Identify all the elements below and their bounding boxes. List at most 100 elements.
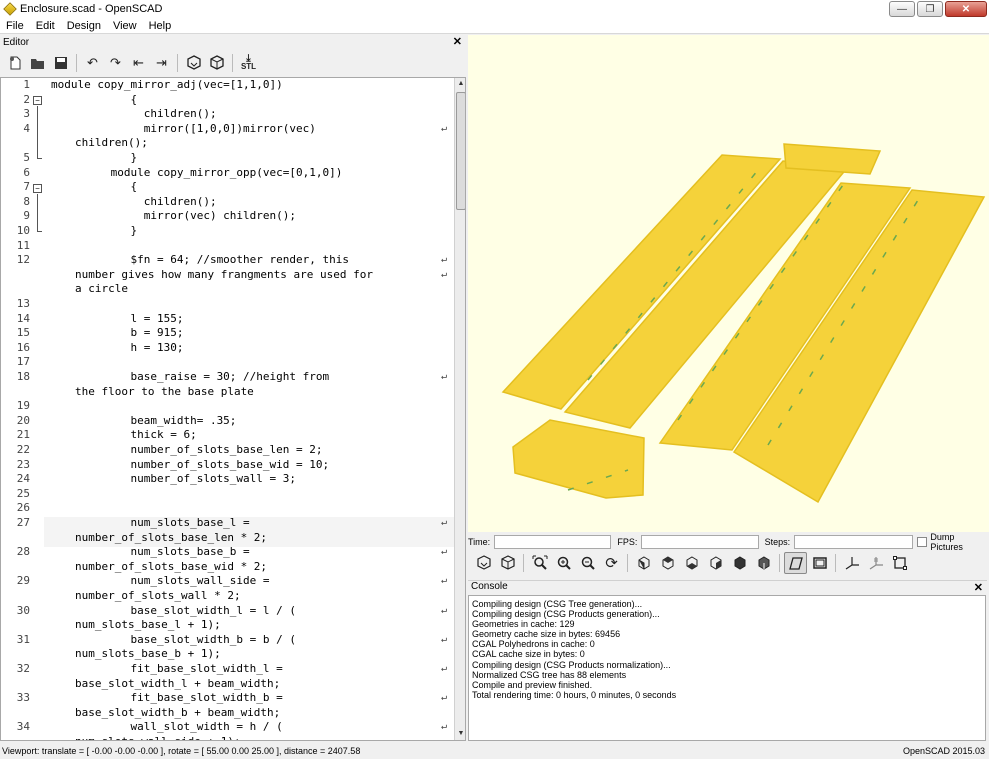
fold-toggle-icon[interactable]: − [33,96,42,105]
scrollbar-thumb[interactable] [456,92,465,210]
view-right-icon[interactable] [632,552,655,574]
line-number: 32 [16,662,30,675]
console-output: Compiling design (CSG Tree generation)..… [468,595,986,741]
view-all-icon[interactable] [528,552,551,574]
view-front-icon[interactable] [728,552,751,574]
line-number: 12 [16,253,30,267]
view-bottom-icon[interactable] [680,552,703,574]
code-text: { [51,180,138,194]
menu-edit[interactable]: Edit [30,20,61,32]
line-number: 26 [16,501,30,515]
code-text: l = 155; [51,311,184,325]
code-text: beam_width= .35; [51,413,237,427]
code-text: } [51,151,138,164]
code-text: base_slot_width_b = b / ( [51,632,297,646]
menu-view[interactable]: View [107,20,143,32]
perspective-icon[interactable] [784,552,807,574]
close-window-button[interactable]: ✕ [945,1,987,17]
zoom-out-icon[interactable] [576,552,599,574]
code-text: h = 130; [51,340,184,354]
scroll-up-icon[interactable]: ▲ [455,78,465,90]
line-number: 28 [16,545,30,559]
code-editor[interactable]: 1 module copy_mirror_adj(vec=[1,1,0]) 2 {3… [0,77,466,741]
code-text: num_slots_base_b + 1); [75,647,221,661]
unindent-icon[interactable]: ⇤ [128,53,149,73]
line-number: 30 [16,603,30,617]
menu-help[interactable]: Help [143,20,178,32]
console-title: Console [471,581,508,592]
fold-toggle-icon[interactable]: − [33,184,42,193]
version-label: OpenSCAD 2015.03 [902,746,985,756]
code-text: fit_base_slot_width_l = [51,662,283,675]
time-input[interactable] [494,535,612,549]
maximize-button[interactable]: ❐ [917,1,943,17]
show-scale-icon[interactable] [864,552,887,574]
line-wrap-icon: ↵ [441,546,448,558]
code-text: wall_slot_width = h / ( [51,720,283,734]
fps-input[interactable] [641,535,759,549]
new-file-icon[interactable] [4,53,25,73]
view-toolbar: ⟳ [468,551,989,575]
steps-input[interactable] [794,535,914,549]
title-bar: Enclosure.scad - OpenSCAD — ❐ ✕ [0,0,989,18]
line-wrap-icon: ↵ [441,575,448,587]
zoom-in-icon[interactable] [552,552,575,574]
fps-label: FPS: [617,537,638,547]
line-number: 13 [16,297,30,310]
export-stl-icon[interactable]: ⤓ STL [238,53,259,73]
code-text: num_slots_wall_side + 1); [75,735,241,740]
preview-icon[interactable] [472,552,495,574]
3d-viewport[interactable] [468,35,989,532]
code-text: module copy_mirror_adj(vec=[1,1,0]) [51,78,283,91]
code-text: base_slot_width_l + beam_width; [75,676,281,690]
code-text: a circle [75,282,128,296]
show-axes-icon[interactable] [840,552,863,574]
view-back-icon[interactable] [752,552,775,574]
line-number: 1 [23,78,30,91]
line-number: 15 [16,326,30,340]
editor-title: Editor [3,36,30,48]
code-text: number_of_slots_base_wid = 10; [51,457,330,471]
line-number: 25 [16,486,30,500]
editor-close-icon[interactable]: ✕ [453,35,462,48]
openscad-app-icon [3,2,17,16]
line-wrap-icon: ↵ [441,254,448,266]
minimize-button[interactable]: — [889,1,915,17]
menu-design[interactable]: Design [61,20,107,32]
dump-pictures-label: Dump Pictures [930,532,963,552]
code-text: number_of_slots_base_wid * 2; [75,559,268,573]
redo-icon[interactable]: ↷ [105,53,126,73]
view-top-icon[interactable] [656,552,679,574]
code-text: b = 915; [51,326,184,340]
line-number: 34 [16,720,30,734]
code-text: children(); [51,107,217,121]
dump-pictures-checkbox[interactable] [917,537,928,547]
console-close-icon[interactable]: ✕ [974,581,983,594]
animation-controls: Time: FPS: Steps: Dump Pictures [468,532,989,552]
indent-icon[interactable]: ⇥ [151,53,172,73]
render-icon[interactable] [496,552,519,574]
save-icon[interactable] [50,53,71,73]
code-text: num_slots_wall_side = [51,574,270,588]
undo-icon[interactable]: ↶ [82,53,103,73]
line-wrap-icon: ↵ [441,721,448,733]
preview-icon[interactable] [183,53,204,73]
open-file-icon[interactable] [27,53,48,73]
code-text: children(); [75,136,148,150]
editor-vertical-scrollbar[interactable]: ▲ ▼ [454,78,465,740]
render-icon[interactable] [206,53,227,73]
menu-file[interactable]: File [0,20,30,32]
console-line: Geometries in cache: 129 [472,619,575,630]
code-text: number gives how many frangments are use… [75,267,374,281]
view-left-icon[interactable] [704,552,727,574]
plate-small-bottom [512,419,645,499]
console-line: Compile and preview finished. [472,679,593,690]
line-number: 5 [23,151,30,164]
scroll-down-icon[interactable]: ▼ [455,728,465,740]
line-number: 2 [23,92,30,106]
line-number: 10 [16,224,30,237]
show-edges-icon[interactable] [888,552,911,574]
code-text: thick = 6; [51,428,197,442]
reset-view-icon[interactable]: ⟳ [600,552,623,574]
orthogonal-icon[interactable] [808,552,831,574]
